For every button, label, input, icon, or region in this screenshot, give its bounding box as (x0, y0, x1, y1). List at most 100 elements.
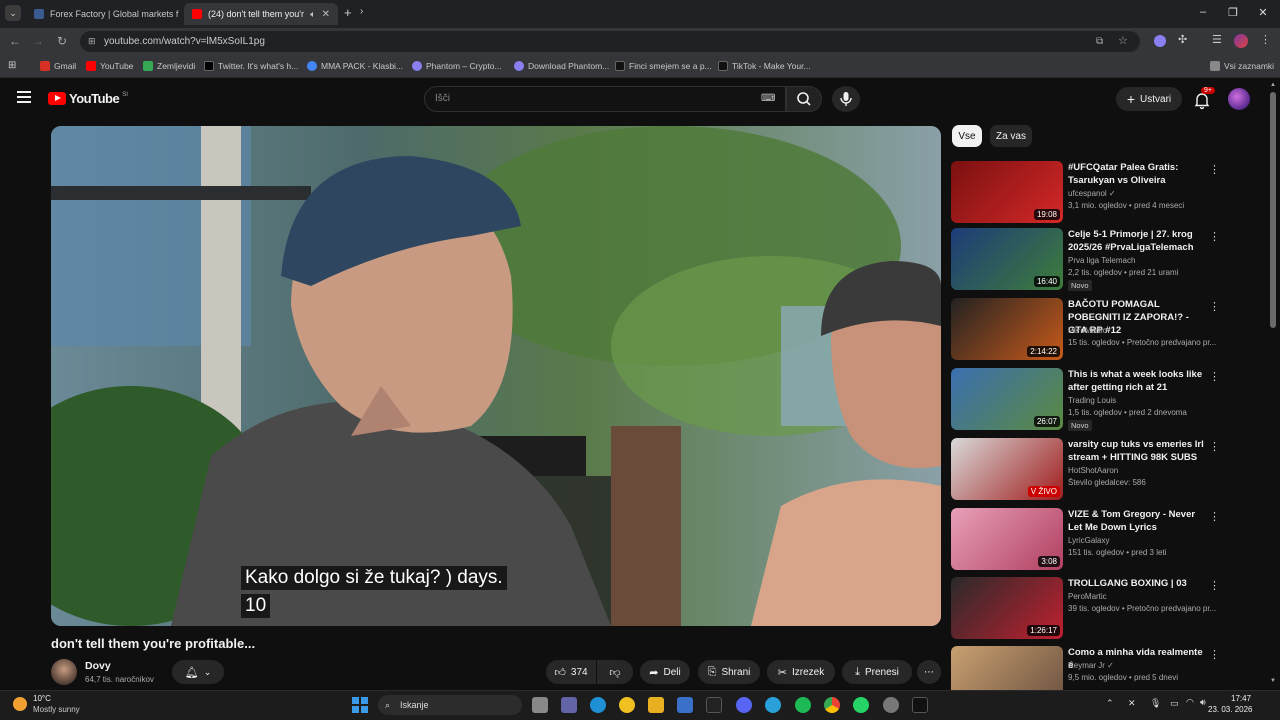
subscribed-notifications-button[interactable]: 🔔︎ ⌄ (172, 660, 224, 684)
bookmark-youtube[interactable]: YouTube (86, 61, 133, 71)
clip-button[interactable]: ✂ Izrezek (767, 660, 835, 684)
teams-icon[interactable] (561, 697, 577, 713)
recommendation-title[interactable]: #UFCQatar Palea Gratis: Tsarukyan vs Oli… (1068, 161, 1208, 187)
store-icon[interactable] (677, 697, 693, 713)
browser-menu-icon[interactable]: ⋮ (1260, 33, 1271, 46)
recommendation-thumbnail[interactable]: 3:08 (951, 508, 1063, 570)
recommendation-channel[interactable]: LyricGalaxy (1068, 536, 1218, 545)
recommendation-title[interactable]: Celje 5-1 Primorje | 27. krog 2025/26 #P… (1068, 228, 1208, 254)
create-button[interactable]: + Ustvari (1116, 87, 1182, 111)
weather-sun-icon[interactable] (13, 697, 27, 711)
recommendation-channel[interactable]: ufcespanol ✓ (1068, 189, 1218, 198)
dislike-button[interactable]: 👎︎ (597, 660, 633, 684)
network-icon[interactable]: ▭ (1170, 698, 1179, 709)
recommendation-thumbnail[interactable]: 19:08 (951, 161, 1063, 223)
bookmark-twitter[interactable]: Twitter. It's what's h... (204, 61, 298, 71)
more-options-icon[interactable]: ⋮ (1209, 163, 1220, 176)
keyboard-icon[interactable]: ⌨ (761, 87, 775, 111)
recommendation-item[interactable]: 3:08 VIZE & Tom Gregory - Never Let Me Do… (951, 508, 1221, 570)
bookmark-tiktok[interactable]: TikTok - Make Your... (718, 61, 811, 71)
recommendation-channel[interactable]: PeroMartic (1068, 326, 1218, 335)
recommendation-channel[interactable]: Neymar Jr ✓ (1068, 661, 1218, 670)
new-tab-button[interactable]: + (344, 5, 352, 20)
recommendation-channel[interactable]: HotShotAaron (1068, 466, 1218, 475)
search-input[interactable]: Išči ⌨ (424, 86, 786, 112)
address-bar[interactable]: ⊞ youtube.com/watch?v=lM5xSoIL1pg ⧉ ☆ (80, 31, 1140, 52)
clock-date[interactable]: 23. 03. 2026 (1208, 705, 1252, 714)
more-options-icon[interactable]: ⋮ (1209, 300, 1220, 313)
more-options-icon[interactable]: ⋮ (1209, 579, 1220, 592)
recommendation-thumbnail[interactable]: 26:07 (951, 368, 1063, 430)
tray-overflow-icon[interactable]: ⌃ (1106, 698, 1114, 709)
file-explorer-icon[interactable] (648, 697, 664, 713)
tab-scroll-right-icon[interactable]: › (360, 6, 363, 17)
save-button[interactable]: ⎘ Shrani (698, 660, 760, 684)
bookmark-star-icon[interactable]: ☆ (1118, 31, 1128, 52)
chip-for-you[interactable]: Za vas (990, 125, 1032, 147)
chrome-icon[interactable] (824, 697, 840, 713)
channel-name[interactable]: Dovy (85, 660, 111, 672)
reading-list-icon[interactable]: ☰ (1212, 33, 1222, 46)
close-window-icon[interactable]: ✕ (1248, 6, 1278, 19)
recommendation-item[interactable]: 2:14:22 BAČOTU POMAGAL POBEGNITI IZ ZAPOR… (951, 298, 1221, 360)
edge-icon[interactable] (590, 697, 606, 713)
site-info-icon[interactable]: ⊞ (88, 31, 96, 52)
chip-all[interactable]: Vse (952, 125, 982, 147)
tab-list-button[interactable]: ⌄ (5, 5, 21, 21)
reload-icon[interactable]: ↻ (54, 34, 70, 48)
windows-start-icon[interactable] (352, 697, 368, 713)
whatsapp-icon[interactable] (853, 697, 869, 713)
close-tab-icon[interactable]: ✕ (322, 9, 330, 20)
channel-avatar[interactable] (51, 659, 77, 685)
norton-icon[interactable] (619, 697, 635, 713)
recommendation-item[interactable]: 26:07 This is what a week looks like afte… (951, 368, 1221, 431)
recommendation-title[interactable]: varsity cup tuks vs emeries Irl stream +… (1068, 438, 1208, 464)
recommendation-item[interactable]: 1:26:17 TROLLGANG BOXING | 03 PeroMartic 39… (951, 577, 1221, 639)
notifications-button[interactable]: 9+ (1192, 87, 1215, 110)
more-options-icon[interactable]: ⋮ (1209, 370, 1220, 383)
search-button[interactable] (786, 86, 822, 112)
browser-tab-forexfactory[interactable]: Forex Factory | Global markets f ✕ (26, 3, 182, 25)
recommendation-item[interactable]: V ŽIVO varsity cup tuks vs emeries Irl st… (951, 438, 1221, 500)
recommendation-title[interactable]: This is what a week looks like after get… (1068, 368, 1208, 394)
install-app-icon[interactable]: ⧉ (1096, 31, 1103, 52)
recommendation-title[interactable]: VIZE & Tom Gregory - Never Let Me Down L… (1068, 508, 1208, 534)
bookmark-tiktok-finci[interactable]: Finci smejem se a p... (615, 61, 712, 71)
more-options-icon[interactable]: ⋮ (1209, 230, 1220, 243)
recommendation-title[interactable]: TROLLGANG BOXING | 03 (1068, 577, 1208, 590)
minimize-icon[interactable]: – (1188, 6, 1218, 18)
more-actions-button[interactable]: ⋯ (917, 660, 941, 684)
voice-search-button[interactable] (832, 86, 860, 112)
all-bookmarks[interactable]: Vsi zaznamki (1210, 61, 1274, 71)
share-button[interactable]: ➦ Deli (640, 660, 690, 684)
youtube-logo[interactable]: YouTube SI (48, 91, 128, 106)
recommendation-channel[interactable]: Prva liga Telemach (1068, 256, 1218, 265)
browser-tab-youtube[interactable]: (24) don't tell them you're 🔈︎ ✕ (184, 3, 338, 25)
apps-grid-icon[interactable]: ⊞ (8, 60, 16, 71)
more-options-icon[interactable]: ⋮ (1209, 440, 1220, 453)
wifi-icon[interactable]: ◠ (1186, 697, 1194, 708)
profile-avatar[interactable] (1234, 34, 1248, 48)
back-icon[interactable]: ← (7, 34, 23, 48)
volume-icon[interactable]: 🔊︎ (1200, 697, 1206, 708)
bookmark-download-phantom[interactable]: Download Phantom... (514, 61, 609, 71)
more-options-icon[interactable]: ⋮ (1209, 510, 1220, 523)
hamburger-menu-icon[interactable] (17, 91, 31, 103)
extension-phantom-icon[interactable] (1154, 35, 1166, 47)
tray-mic-icon[interactable]: 🎙︎ (1150, 698, 1161, 709)
download-button[interactable]: ⤓ Prenesi (842, 660, 912, 684)
recommendation-item[interactable]: 19:08 #UFCQatar Palea Gratis: Tsarukyan v… (951, 161, 1221, 223)
task-view-icon[interactable] (532, 697, 548, 713)
bookmark-phantom[interactable]: Phantom – Crypto... (412, 61, 502, 71)
scroll-down-icon[interactable]: ▼ (1270, 678, 1276, 684)
video-player[interactable]: Kako dolgo si že tukaj? ) days. 10 (51, 126, 941, 626)
recommendation-thumbnail[interactable]: V ŽIVO (951, 438, 1063, 500)
more-options-icon[interactable]: ⋮ (1209, 648, 1220, 661)
extensions-puzzle-icon[interactable]: ✣ (1178, 33, 1187, 46)
recommendation-channel[interactable]: Trading Louis (1068, 396, 1218, 405)
speaker-icon[interactable]: 🔈︎ (310, 9, 315, 20)
bookmark-gmail[interactable]: Gmail (40, 61, 76, 71)
clock-time[interactable]: 17:47 (1231, 694, 1251, 703)
recommendation-thumbnail[interactable]: 2:14:22 (951, 298, 1063, 360)
settings-gear-icon[interactable] (883, 697, 899, 713)
